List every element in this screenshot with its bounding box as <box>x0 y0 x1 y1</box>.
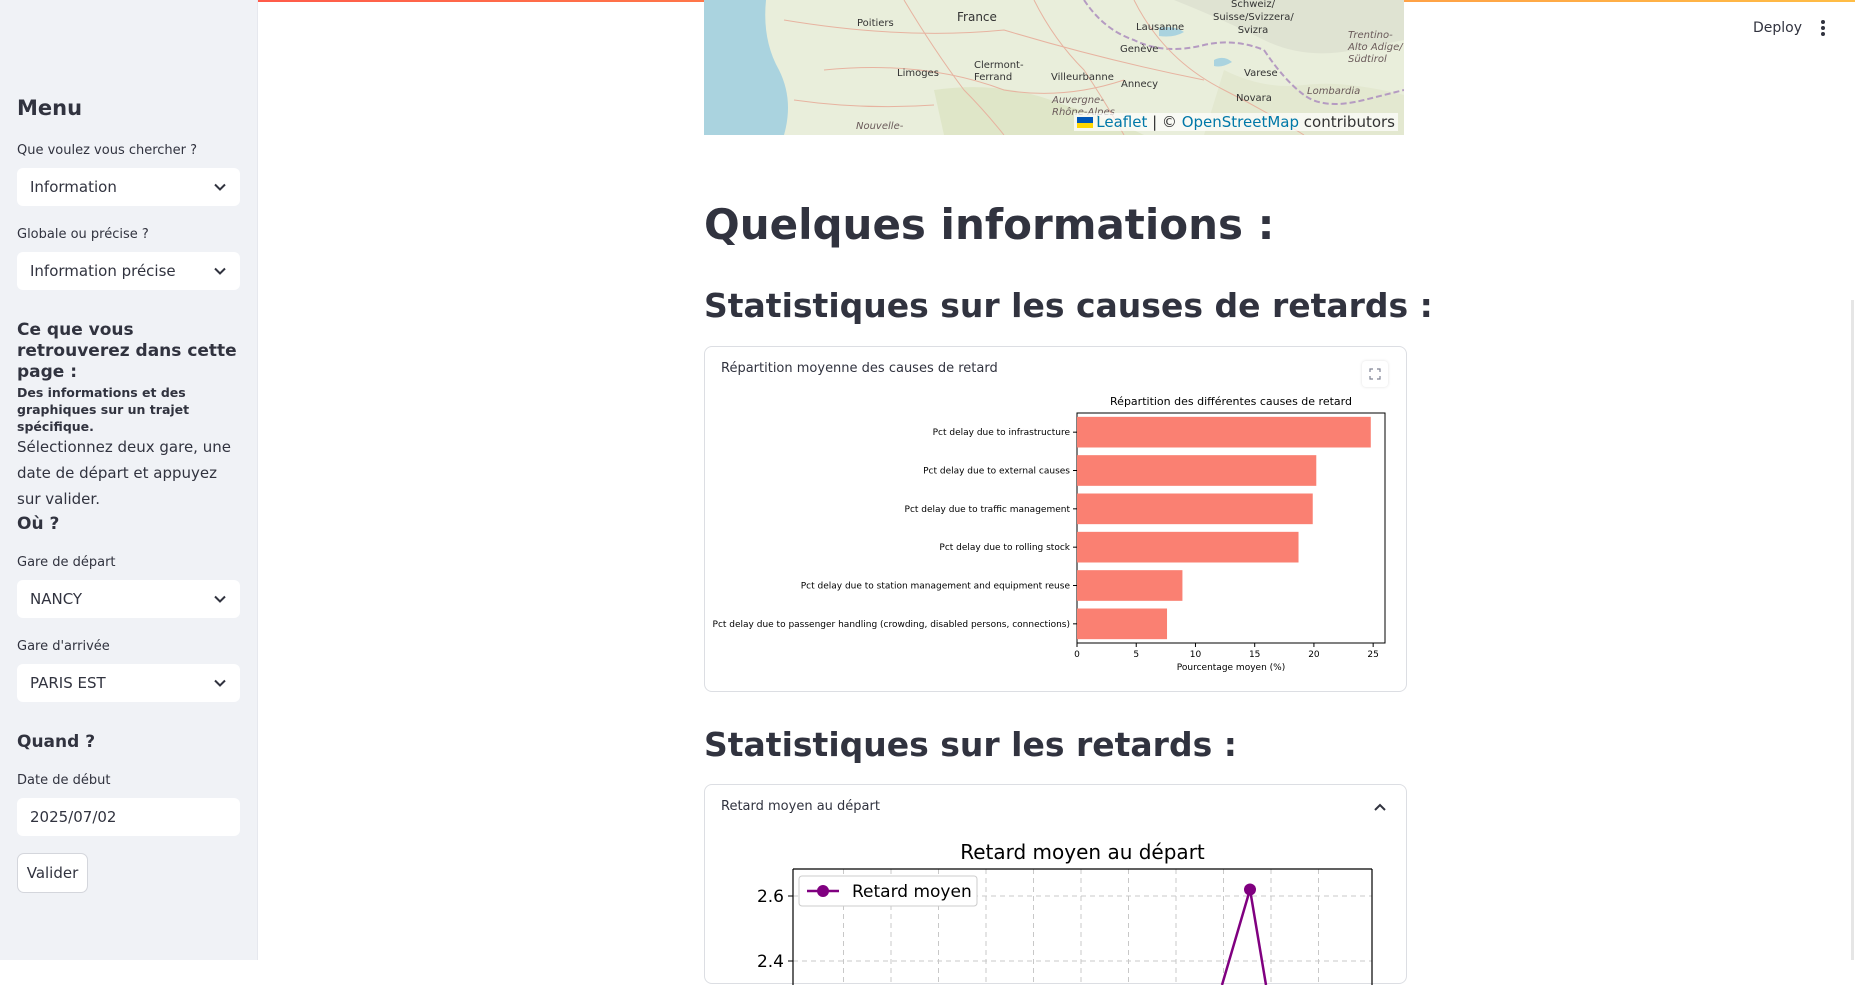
departure-label: Gare de départ <box>17 555 116 570</box>
sidebar: Menu Que voulez vous chercher ? Informat… <box>0 0 258 960</box>
search-type-select[interactable]: Information <box>17 168 240 206</box>
arrival-value: PARIS EST <box>30 674 106 692</box>
leaflet-link[interactable]: Leaflet <box>1096 113 1147 131</box>
arrival-label: Gare d'arrivée <box>17 639 110 654</box>
scope-value: Information précise <box>30 262 176 280</box>
y-tick-label: Pct delay due to station management and … <box>801 582 1071 592</box>
departure-value: NANCY <box>30 590 82 608</box>
x-tick-label: 5 <box>1133 650 1139 660</box>
x-tick-label: 10 <box>1190 650 1202 660</box>
map-label: Nouvelle- <box>856 121 903 132</box>
date-label: Date de début <box>17 773 110 788</box>
data-point <box>1244 884 1256 896</box>
x-tick-label: 25 <box>1367 650 1378 660</box>
bar <box>1077 455 1316 486</box>
bar <box>1077 609 1167 640</box>
scrollbar[interactable] <box>1851 300 1854 960</box>
y-tick-label: Pct delay due to external causes <box>923 467 1070 477</box>
causes-chart-card: Répartition moyenne des causes de retard… <box>704 346 1407 692</box>
chart-title: Répartition des différentes causes de re… <box>1110 395 1352 408</box>
attribution-suffix: contributors <box>1299 113 1395 131</box>
chevron-down-icon <box>213 592 227 606</box>
x-tick-label: 15 <box>1249 650 1260 660</box>
search-type-label: Que voulez vous chercher ? <box>17 143 197 158</box>
delays-heading: Statistiques sur les retards : <box>704 725 1237 764</box>
arrival-select[interactable]: PARIS EST <box>17 664 240 702</box>
date-value: 2025/07/02 <box>30 808 116 826</box>
legend-marker <box>817 885 829 897</box>
y-tick-label: 2.4 <box>757 952 784 972</box>
bar <box>1077 417 1371 448</box>
y-tick-label: Pct delay due to rolling stock <box>939 543 1070 553</box>
causes-heading: Statistiques sur les causes de retards : <box>704 286 1433 325</box>
scope-label: Globale ou précise ? <box>17 227 149 242</box>
search-type-value: Information <box>30 178 117 196</box>
map-label: Varese <box>1244 68 1278 79</box>
date-input[interactable]: 2025/07/02 <box>17 798 240 836</box>
chevron-down-icon <box>213 180 227 194</box>
causes-bar-chart: Répartition des différentes causes de re… <box>705 347 1408 693</box>
map-label: Poitiers <box>857 18 894 29</box>
bar <box>1077 532 1299 563</box>
legend-label: Retard moyen <box>852 882 972 902</box>
attribution-separator: | © <box>1147 113 1181 131</box>
map-label: Villeurbanne <box>1051 72 1114 83</box>
section-text: Sélectionnez deux gare, une date de dépa… <box>17 434 242 512</box>
chevron-down-icon <box>213 676 227 690</box>
map-label: Trentino-Alto Adige/ Südtirol <box>1348 30 1403 66</box>
y-tick-label: 2.6 <box>757 887 784 907</box>
map-label: Lausanne <box>1136 22 1184 33</box>
bar <box>1077 494 1313 525</box>
kebab-menu-icon[interactable] <box>1818 18 1828 38</box>
x-tick-label: 20 <box>1308 650 1320 660</box>
y-tick-label: Pct delay due to infrastructure <box>933 428 1071 438</box>
chart-title: Retard moyen au départ <box>960 840 1205 864</box>
openstreetmap-link[interactable]: OpenStreetMap <box>1182 113 1299 131</box>
departure-select[interactable]: NANCY <box>17 580 240 618</box>
map-attribution: Leaflet | © OpenStreetMap contributors <box>1074 113 1398 131</box>
map[interactable]: Poitiers France Limoges Clermont-Ferrand… <box>704 0 1404 135</box>
section-bold-text: Des informations et des graphiques sur u… <box>17 384 242 435</box>
delays-line-chart: Retard moyen au départ 2.4 2.6 Retard moyen <box>705 785 1408 985</box>
when-title: Quand ? <box>17 732 95 752</box>
map-label: Annecy <box>1121 79 1158 90</box>
map-label: Lombardia <box>1307 86 1360 97</box>
x-axis-label: Pourcentage moyen (%) <box>1177 663 1285 673</box>
scope-select[interactable]: Information précise <box>17 252 240 290</box>
sidebar-title: Menu <box>17 96 82 120</box>
deploy-button[interactable]: Deploy <box>1753 20 1802 36</box>
map-label: Schweiz/ Suisse/Svizzera/ Svizra <box>1213 0 1293 37</box>
where-title: Où ? <box>17 514 59 534</box>
map-label: Limoges <box>897 68 939 79</box>
series-line <box>1222 890 1266 985</box>
submit-button[interactable]: Valider <box>17 853 88 893</box>
map-label: Novara <box>1236 93 1272 104</box>
map-label: France <box>957 10 997 24</box>
bar <box>1077 570 1182 601</box>
y-tick-label: Pct delay due to traffic management <box>905 505 1071 515</box>
section-title: Ce que vous retrouverez dans cette page … <box>17 320 242 383</box>
y-tick-label: Pct delay due to passenger handling (cro… <box>713 620 1070 630</box>
chevron-down-icon <box>213 264 227 278</box>
page-title: Quelques informations : <box>704 200 1274 249</box>
map-label: Clermont-Ferrand <box>974 60 1034 84</box>
map-label: Genève <box>1120 44 1158 55</box>
delays-chart-card: Retard moyen au départ Retard moyen au d… <box>704 784 1407 984</box>
x-tick-label: 0 <box>1074 650 1080 660</box>
ukraine-flag-icon <box>1077 117 1093 128</box>
